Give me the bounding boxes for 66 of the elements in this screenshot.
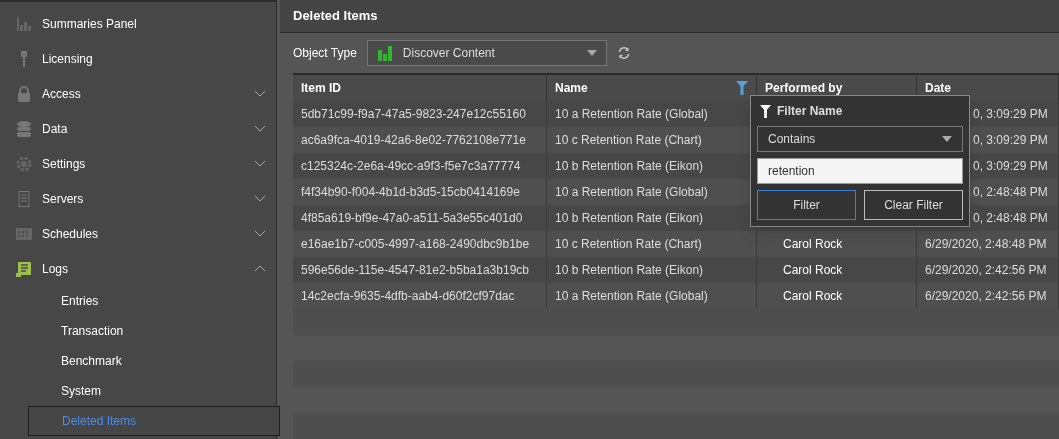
sidebar-item[interactable]: Licensing bbox=[0, 41, 276, 76]
lock-icon bbox=[16, 85, 32, 102]
sidebar-item[interactable]: Servers bbox=[0, 181, 276, 216]
sidebar-item[interactable]: Data bbox=[0, 111, 276, 146]
filter-icon bbox=[760, 104, 771, 118]
table-cell-text: c125324c-2e6a-49cc-a9f3-f5e7c3a77774 bbox=[301, 158, 521, 175]
field-label: Object Type bbox=[293, 45, 357, 62]
table-cell-text: ac6a9fca-4019-42a6-8e02-7762108e771e bbox=[301, 132, 526, 149]
table-cell-text: 10 c Retention Rate (Chart) bbox=[555, 132, 702, 149]
gear-icon bbox=[16, 155, 32, 172]
table-cell-text: 14c2ecfa-9635-4dfb-aab4-d60f2cf97dac bbox=[301, 288, 515, 305]
sidebar-subitem[interactable]: System bbox=[0, 376, 276, 406]
page-title: Deleted Items bbox=[293, 7, 378, 26]
sidebar-subitem[interactable]: Benchmark bbox=[0, 346, 276, 376]
sidebar-item[interactable]: Settings bbox=[0, 146, 276, 181]
table-cell-text: 0, 3:09:29 PM bbox=[973, 132, 1048, 149]
table-cell-text: 0, 2:48:48 PM bbox=[973, 184, 1048, 201]
sidebar-subitem[interactable]: Transaction bbox=[0, 316, 276, 346]
calendar-icon bbox=[16, 225, 32, 242]
table-cell-text: 596e56de-115e-4547-81e2-b5ba1a3b19cb bbox=[301, 262, 529, 279]
chevron-up-icon bbox=[254, 265, 266, 272]
sidebar-item[interactable]: Logs bbox=[0, 251, 276, 286]
database-icon bbox=[16, 120, 32, 137]
table-cell-text: 10 a Retention Rate (Global) bbox=[555, 184, 708, 201]
caret-icon bbox=[586, 50, 597, 56]
bar-chart-icon bbox=[376, 45, 393, 61]
sidebar-subitem[interactable]: Entries bbox=[0, 286, 276, 316]
filter-button[interactable]: Clear Filter bbox=[864, 190, 963, 220]
chevron-down-icon bbox=[254, 90, 266, 97]
table-cell-text: 0, 3:09:29 PM bbox=[973, 106, 1048, 123]
table-cell-text: 6/29/2020, 2:48:48 PM bbox=[925, 236, 1047, 253]
filter-icon[interactable] bbox=[736, 81, 748, 95]
bar-chart-icon bbox=[16, 15, 32, 32]
table-cell-text: e16ae1b7-c005-4997-a168-2490dbc9b1be bbox=[301, 236, 530, 253]
log-icon bbox=[16, 260, 32, 277]
table-cell-text: 10 a Retention Rate (Global) bbox=[555, 106, 708, 123]
table-cell-text: 5db71c99-f9a7-47a5-9823-247e12c55160 bbox=[301, 106, 526, 123]
table-cell-text: 4f85a619-bf9e-47a0-a511-5a3e55c401d0 bbox=[301, 210, 523, 227]
filter-button[interactable]: Filter bbox=[757, 190, 856, 220]
chevron-down-icon bbox=[254, 230, 266, 237]
caret-icon bbox=[942, 136, 952, 142]
table-cell-text: 10 b Retention Rate (Eikon) bbox=[555, 262, 704, 279]
table-cell-text: 0, 3:09:29 PM bbox=[973, 158, 1048, 175]
table-cell-text: Carol Rock bbox=[783, 288, 843, 305]
chevron-down-icon bbox=[254, 125, 266, 132]
refresh-icon[interactable] bbox=[616, 46, 631, 60]
object-type-dropdown[interactable]: Discover Content bbox=[366, 40, 607, 66]
table-cell-text: Carol Rock bbox=[783, 236, 843, 253]
table-cell-text: 6/29/2020, 2:42:56 PM bbox=[925, 262, 1047, 279]
table-cell-text: 10 a Retention Rate (Global) bbox=[555, 288, 708, 305]
table-cell-text: 10 c Retention Rate (Chart) bbox=[555, 236, 702, 253]
chevron-down-icon bbox=[254, 160, 266, 167]
operator-dropdown[interactable]: Contains bbox=[757, 126, 963, 152]
table-cell-text: Carol Rock bbox=[783, 262, 843, 279]
table-cell-text: 10 b Retention Rate (Eikon) bbox=[555, 158, 704, 175]
server-icon bbox=[16, 190, 32, 207]
chevron-down-icon bbox=[254, 195, 266, 202]
table-cell-text: 6/29/2020, 2:42:56 PM bbox=[925, 288, 1047, 305]
sidebar-item[interactable]: Access bbox=[0, 76, 276, 111]
table-cell-text: 10 b Retention Rate (Eikon) bbox=[555, 210, 704, 227]
popup-title: Filter Name bbox=[777, 103, 843, 120]
table-cell-text: f4f34b90-f004-4b1d-b3d5-15cb0414169e bbox=[301, 184, 520, 201]
filter-input[interactable]: retention bbox=[757, 158, 963, 184]
sidebar-item[interactable]: Summaries Panel bbox=[0, 6, 276, 41]
sidebar-item[interactable]: Schedules bbox=[0, 216, 276, 251]
table-cell-text: 0, 2:48:48 PM bbox=[973, 210, 1048, 227]
